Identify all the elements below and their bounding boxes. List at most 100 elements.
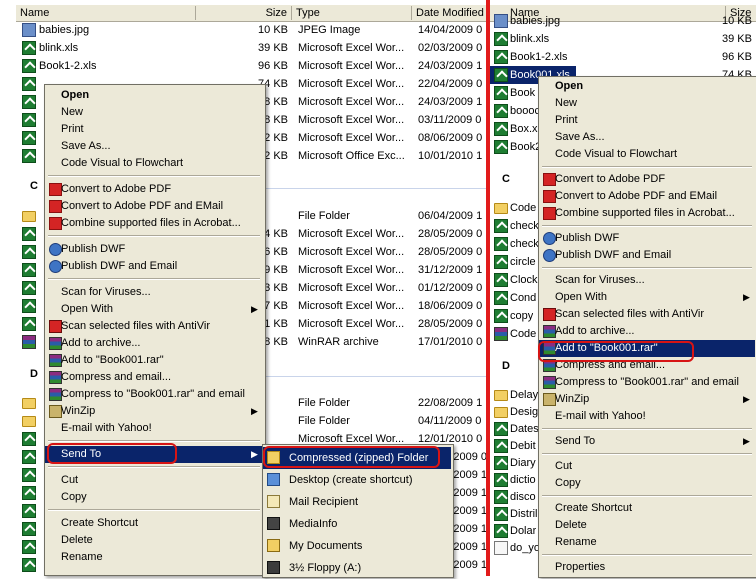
file-row[interactable]: blink.xls <box>490 30 756 48</box>
file-name: Book <box>510 87 536 99</box>
menu-item-label: Cut <box>555 460 573 472</box>
file-row[interactable]: Book1-2.xls <box>490 48 756 66</box>
menu-item-publish-dwf[interactable]: Publish DWF <box>45 241 263 258</box>
file-size: 96 KB <box>722 51 752 63</box>
menu-item-print[interactable]: Print <box>539 112 755 129</box>
menu-item-code-visual-to-flowchart[interactable]: Code Visual to Flowchart <box>539 146 755 163</box>
menu-item-print[interactable]: Print <box>45 121 263 138</box>
menu-item-label: Send To <box>555 435 596 447</box>
menu-item-label: Add to archive... <box>555 325 635 337</box>
menu-item-label: Print <box>555 114 578 126</box>
file-name: Code <box>510 202 537 214</box>
menu-item-open-with[interactable]: Open With ▶ <box>45 301 263 318</box>
menu-item-publish-dwf-and-email[interactable]: Publish DWF and Email <box>45 258 263 275</box>
menu-item-open[interactable]: Open <box>45 87 263 104</box>
menu-separator <box>48 440 260 442</box>
menu-item-label: Convert to Adobe PDF <box>61 183 172 195</box>
excel-file-icon <box>22 450 36 464</box>
file-type: WinRAR archive <box>298 336 379 348</box>
menu-item-convert-to-adobe-pdf[interactable]: Convert to Adobe PDF <box>539 171 755 188</box>
menu-item-open-with[interactable]: Open With ▶ <box>539 289 755 306</box>
menu-item-new[interactable]: New <box>45 104 263 121</box>
file-row[interactable]: babies.jpg 10 KB JPEG Image 14/04/2009 0 <box>0 21 487 39</box>
menu-item-label: Compress to "Book001.rar" and email <box>61 388 245 400</box>
menu-item-add-to-book001-rar[interactable]: Add to "Book001.rar" <box>45 352 263 369</box>
menu-item-copy[interactable]: Copy <box>45 489 263 506</box>
column-header-name[interactable]: Name <box>16 6 196 20</box>
menu-item-convert-to-adobe-pdf-and-email[interactable]: Convert to Adobe PDF and EMail <box>539 188 755 205</box>
image-file-icon <box>22 23 36 37</box>
menu-item-add-to-archive[interactable]: Add to archive... <box>539 323 755 340</box>
menu-item-delete[interactable]: Delete <box>45 532 263 549</box>
menu-item-scan-for-viruses[interactable]: Scan for Viruses... <box>45 284 263 301</box>
file-name: copy <box>510 310 534 322</box>
menu-item-scan-selected-files-with-antivir[interactable]: Scan selected files with AntiVir <box>539 306 755 323</box>
menu-item-send-to[interactable]: Send To ▶ <box>539 433 755 450</box>
file-name: Code <box>510 328 537 340</box>
file-row[interactable]: babies.jpg <box>490 12 756 30</box>
menu-item-convert-to-adobe-pdf-and-email[interactable]: Convert to Adobe PDF and EMail <box>45 198 263 215</box>
menu-item-label: New <box>61 106 84 118</box>
menu-item-save-as[interactable]: Save As... <box>45 138 263 155</box>
file-size: 96 KB <box>258 60 288 72</box>
menu-item-scan-for-viruses[interactable]: Scan for Viruses... <box>539 272 755 289</box>
menu-item-label: Open <box>555 80 584 92</box>
menu-item-new[interactable]: New <box>539 95 755 112</box>
menu-item-label: Open <box>61 89 90 101</box>
menu-item-publish-dwf-and-email[interactable]: Publish DWF and Email <box>539 247 755 264</box>
menu-item-mediainfo[interactable]: MediaInfo <box>263 513 451 535</box>
file-row[interactable]: blink.xls 39 KB Microsoft Excel Wor... 02/0… <box>0 39 487 57</box>
folder-icon <box>494 390 508 401</box>
file-name: Cond <box>510 292 537 304</box>
file-name: blink.xls <box>39 42 79 54</box>
menu-item-winzip[interactable]: WinZip ▶ <box>45 403 263 420</box>
menu-item-mail-recipient[interactable]: Mail Recipient <box>263 491 451 513</box>
file-row[interactable]: Book1-2.xls 96 KB Microsoft Excel Wor... 24… <box>0 57 487 75</box>
menu-item-add-to-archive[interactable]: Add to archive... <box>45 335 263 352</box>
menu-item-compress-to-book001-rar-and-email[interactable]: Compress to "Book001.rar" and email <box>539 374 755 391</box>
menu-item-delete[interactable]: Delete <box>539 517 755 534</box>
file-type: File Folder <box>298 397 350 409</box>
excel-file-icon <box>494 104 508 118</box>
menu-item-combine-supported-files-in-acrobat[interactable]: Combine supported files in Acrobat... <box>539 205 755 222</box>
file-date: 28/05/2009 0 <box>418 246 483 258</box>
menu-item-desktop-create-shortcut[interactable]: Desktop (create shortcut) <box>263 469 451 491</box>
column-header-size[interactable]: Size <box>196 6 292 20</box>
menu-item-copy[interactable]: Copy <box>539 475 755 492</box>
excel-file-icon <box>22 281 36 295</box>
menu-item-compress-and-email[interactable]: Compress and email... <box>45 369 263 386</box>
menu-item-save-as[interactable]: Save As... <box>539 129 755 146</box>
group-header-d: D <box>30 368 38 380</box>
menu-item-compress-to-book001-rar-and-email[interactable]: Compress to "Book001.rar" and email <box>45 386 263 403</box>
menu-item-scan-selected-files-with-antivir[interactable]: Scan selected files with AntiVir <box>45 318 263 335</box>
menu-item-label: Code Visual to Flowchart <box>61 157 184 169</box>
menu-item-properties[interactable]: Properties <box>539 559 755 576</box>
menu-item-label: Convert to Adobe PDF and EMail <box>555 190 718 202</box>
menu-item-open[interactable]: Open <box>539 78 755 95</box>
file-type: File Folder <box>298 210 350 222</box>
chevron-right-icon: ▶ <box>743 292 750 302</box>
menu-item-rename[interactable]: Rename <box>45 549 263 566</box>
menu-item-e-mail-with-yahoo[interactable]: E-mail with Yahoo! <box>539 408 755 425</box>
menu-item-create-shortcut[interactable]: Create Shortcut <box>45 515 263 532</box>
column-header-date[interactable]: Date Modified <box>412 6 487 20</box>
excel-file-icon <box>22 540 36 554</box>
menu-item-convert-to-adobe-pdf[interactable]: Convert to Adobe PDF <box>45 181 263 198</box>
menu-item-publish-dwf[interactable]: Publish DWF <box>539 230 755 247</box>
menu-item-winzip[interactable]: WinZip ▶ <box>539 391 755 408</box>
menu-item-code-visual-to-flowchart[interactable]: Code Visual to Flowchart <box>45 155 263 172</box>
file-date: 28/05/2009 0 <box>418 228 483 240</box>
column-header-type[interactable]: Type <box>292 6 412 20</box>
menu-item-combine-supported-files-in-acrobat[interactable]: Combine supported files in Acrobat... <box>45 215 263 232</box>
menu-item-my-documents[interactable]: My Documents <box>263 535 451 557</box>
file-date: 28/05/2009 0 <box>418 318 483 330</box>
menu-item-rename[interactable]: Rename <box>539 534 755 551</box>
menu-item-create-shortcut[interactable]: Create Shortcut <box>539 500 755 517</box>
menu-item-cut[interactable]: Cut <box>45 472 263 489</box>
menu-item-label: Open With <box>61 303 113 315</box>
menu-item-label: Print <box>61 123 84 135</box>
menu-item-e-mail-with-yahoo[interactable]: E-mail with Yahoo! <box>45 420 263 437</box>
excel-file-icon <box>494 309 508 323</box>
menu-item-cut[interactable]: Cut <box>539 458 755 475</box>
menu-item-label: Rename <box>61 551 103 563</box>
